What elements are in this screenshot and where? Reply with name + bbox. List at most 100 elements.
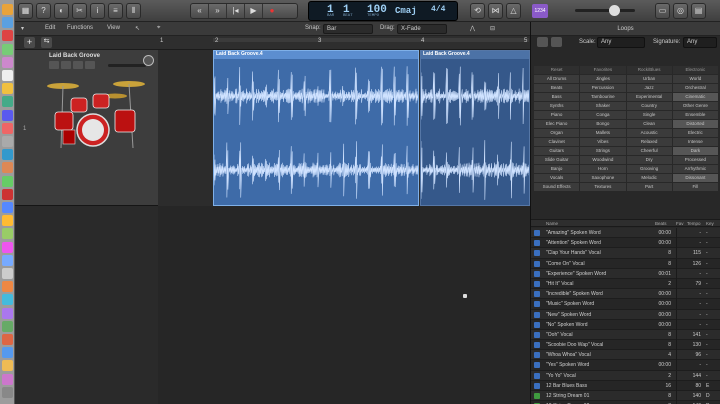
keyword-button[interactable]: Banjo: [534, 165, 580, 173]
favorite-checkbox[interactable]: [676, 380, 685, 391]
dock-app-icon[interactable]: [2, 30, 13, 42]
dropdown-chevron-icon[interactable]: ▾: [21, 25, 24, 32]
col-beats[interactable]: Beats: [655, 221, 667, 226]
count-in-button[interactable]: 1234: [532, 4, 548, 18]
keyword-button[interactable]: Strings: [580, 147, 626, 155]
editors-icon[interactable]: ✂: [72, 3, 87, 19]
play-icon[interactable]: ▶: [245, 4, 263, 18]
favorite-checkbox[interactable]: [676, 289, 685, 300]
keyword-button[interactable]: Acoustic: [626, 129, 672, 137]
pan-knob[interactable]: [143, 55, 154, 66]
loop-list-item[interactable]: "Experience" Spoken Word 00:01 - -: [531, 268, 720, 279]
lcd-display[interactable]: 1 1 100 Cmaj 4/4 BAR BEAT TEMPO: [308, 1, 458, 21]
dock-app-icon[interactable]: [2, 281, 13, 293]
dock-app-icon[interactable]: [2, 373, 13, 385]
dock-app-icon[interactable]: [2, 175, 13, 187]
list-editor-icon[interactable]: ≡: [108, 3, 123, 19]
loop-list-item[interactable]: "Hit It" Vocal 2 79-: [531, 278, 720, 290]
loop-list-item[interactable]: "Clap Your Hands" Vocal 8 115-: [531, 248, 720, 259]
dock-app-icon[interactable]: [2, 83, 13, 95]
zoom-slider-icon[interactable]: ⊟: [490, 25, 495, 32]
keyword-button[interactable]: Favorites: [580, 66, 626, 74]
favorite-checkbox[interactable]: [676, 238, 685, 249]
bar-ruler[interactable]: 1 2 3 4 5: [158, 36, 530, 50]
favorite-checkbox[interactable]: [676, 299, 685, 310]
keyword-button[interactable]: Relaxed: [626, 138, 672, 146]
loop-list-item[interactable]: "Amazing" Spoken Word 00:00 - -: [531, 228, 720, 239]
keyword-button[interactable]: Experimental: [626, 93, 672, 101]
forward-icon[interactable]: »: [209, 4, 227, 18]
track-volume-slider[interactable]: [108, 64, 146, 67]
audio-region[interactable]: Laid Back Groove.4: [213, 50, 419, 206]
cycle-icon[interactable]: ⟲: [470, 3, 485, 19]
favorite-checkbox[interactable]: [676, 268, 685, 279]
keyword-button[interactable]: Other Genre: [672, 102, 718, 110]
col-fav[interactable]: Fav: [676, 221, 684, 226]
dock-app-icon[interactable]: [2, 320, 13, 332]
keyword-button[interactable]: Electronic: [672, 66, 718, 74]
keyword-button[interactable]: Conga: [580, 111, 626, 119]
keyword-button[interactable]: Piano: [534, 111, 580, 119]
favorite-checkbox[interactable]: [676, 340, 685, 351]
master-volume-slider[interactable]: [575, 5, 635, 16]
keyword-button[interactable]: Slide Guitar: [534, 156, 580, 164]
favorite-checkbox[interactable]: [676, 309, 685, 320]
dock-app-icon[interactable]: [2, 96, 13, 108]
loops-icon[interactable]: ◎: [673, 3, 688, 19]
keyword-button[interactable]: Bass: [534, 93, 580, 101]
mixer-icon[interactable]: ⫴: [126, 3, 141, 19]
signature-select[interactable]: Any: [683, 37, 717, 48]
drag-select[interactable]: X-Fade: [397, 24, 447, 34]
waveform-zoom-icon[interactable]: ⋀: [470, 25, 475, 32]
solo-button[interactable]: [61, 61, 71, 69]
dock-app-icon[interactable]: [2, 360, 13, 372]
column-view-icon[interactable]: [551, 37, 562, 47]
smart-controls-icon[interactable]: ◐: [54, 3, 69, 19]
view-menu[interactable]: View: [107, 25, 120, 31]
dock-app-icon[interactable]: [2, 347, 13, 359]
input-monitor-button[interactable]: [85, 61, 95, 69]
track-header[interactable]: 1 Laid Back Groove: [15, 50, 158, 206]
keyword-button[interactable]: Organ: [534, 129, 580, 137]
dock-app-icon[interactable]: [2, 188, 13, 200]
global-tracks-icon[interactable]: ⇆: [41, 37, 52, 48]
keyword-button[interactable]: All Drums: [534, 75, 580, 83]
keyword-button[interactable]: Dark: [672, 147, 718, 155]
loop-list-item[interactable]: "New" Spoken Word 00:00 - -: [531, 309, 720, 320]
keyword-button[interactable]: Guitars: [534, 147, 580, 155]
keyword-button[interactable]: Arrhythmic: [672, 165, 718, 173]
dock-app-icon[interactable]: [2, 70, 13, 81]
dock-app-icon[interactable]: [2, 202, 13, 213]
dock-app-icon[interactable]: [2, 228, 13, 240]
keyword-button[interactable]: Bongo: [580, 120, 626, 128]
keyword-button[interactable]: Elec Piano: [534, 120, 580, 128]
dock-app-icon[interactable]: [2, 136, 13, 147]
track-lane[interactable]: Laid Back Groove.4 Laid Back Groove.4: [158, 50, 530, 206]
tracks-area[interactable]: Laid Back Groove.4 Laid Back Groove.4: [158, 50, 530, 404]
dock-app-icon[interactable]: [2, 122, 13, 134]
keyword-button[interactable]: Horn: [580, 165, 626, 173]
keyword-button[interactable]: Clean: [626, 120, 672, 128]
keyword-button[interactable]: Single: [626, 111, 672, 119]
keyword-button[interactable]: Shaker: [580, 102, 626, 110]
keyword-button[interactable]: Electric: [672, 129, 718, 137]
loop-list-item[interactable]: "Scoobie Doo Wap" Vocal 8 130-: [531, 340, 720, 351]
keyword-button[interactable]: Fill: [672, 183, 718, 191]
keyword-button[interactable]: Cheerful: [626, 147, 672, 155]
loop-list-item[interactable]: "Incredible" Spoken Word 00:00 - -: [531, 289, 720, 300]
keyword-button[interactable]: Synths: [534, 102, 580, 110]
dock-app-icon[interactable]: [2, 307, 13, 319]
favorite-checkbox[interactable]: [676, 248, 685, 259]
audio-region[interactable]: Laid Back Groove.4: [420, 50, 530, 206]
keyword-button[interactable]: Jazz: [626, 84, 672, 92]
dock-app-icon[interactable]: [2, 215, 13, 227]
keyword-button[interactable]: Vocals: [534, 174, 580, 182]
keyword-button[interactable]: Woodwind: [580, 156, 626, 164]
favorite-checkbox[interactable]: [676, 228, 685, 238]
add-track-button[interactable]: +: [24, 37, 35, 48]
keyword-button[interactable]: Textures: [580, 183, 626, 191]
snap-select[interactable]: Bar: [323, 24, 373, 34]
loop-list-item[interactable]: "Music" Spoken Word 00:00 - -: [531, 299, 720, 310]
button-view-icon[interactable]: [537, 37, 548, 47]
info-icon[interactable]: i: [90, 3, 105, 19]
